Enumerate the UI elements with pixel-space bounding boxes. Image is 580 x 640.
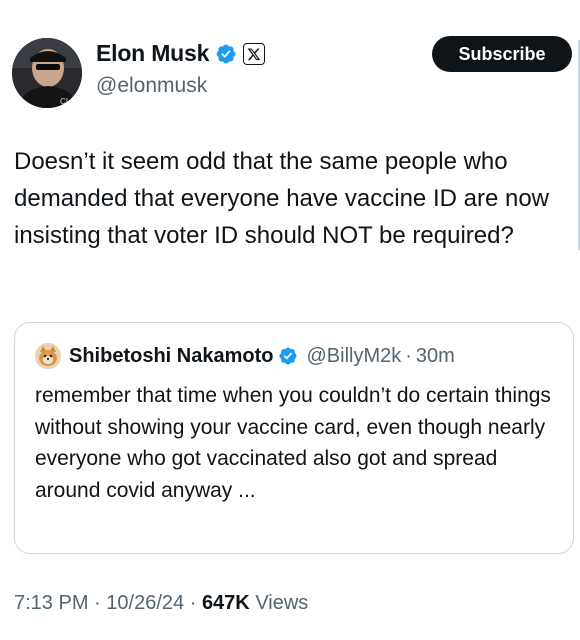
quoted-tweet-text: remember that time when you couldn’t do … [35,384,551,502]
quoted-author-handle[interactable]: @BillyM2k [306,345,401,368]
author-name[interactable]: Elon Musk [96,40,209,67]
tweet-text: Doesn’t it seem odd that the same people… [14,148,549,249]
quoted-avatar[interactable] [35,343,61,369]
x-logo-icon [243,42,266,65]
author-handle[interactable]: @elonmusk [96,74,207,98]
quoted-author-name[interactable]: Shibetoshi Nakamoto [69,345,273,368]
subscribe-button[interactable]: Subscribe [432,36,572,72]
quoted-tweet[interactable]: Shibetoshi Nakamoto @BillyM2k · 30m reme… [14,322,574,554]
quoted-tweet-header: Shibetoshi Nakamoto @BillyM2k · 30m [35,343,455,369]
separator-dot: · [94,592,101,614]
avatar[interactable]: CI [12,38,82,108]
views-count[interactable]: 647K [202,592,250,614]
tweet-meta: 7:13 PM · 10/26/24 · 647K Views [14,592,308,615]
verified-badge-icon [278,346,298,366]
tweet-header: CI Elon Musk @elonmusk Subscribe [12,30,572,110]
tweet-date[interactable]: 10/26/24 [106,592,184,614]
separator-dot: · [189,592,197,614]
author-name-row: Elon Musk [96,40,266,67]
quoted-timestamp[interactable]: 30m [416,345,455,368]
tweet-time[interactable]: 7:13 PM [14,592,88,614]
separator-dot: · [405,344,412,367]
views-label: Views [255,592,309,614]
verified-badge-icon [215,43,237,65]
svg-text:CI: CI [60,97,68,106]
